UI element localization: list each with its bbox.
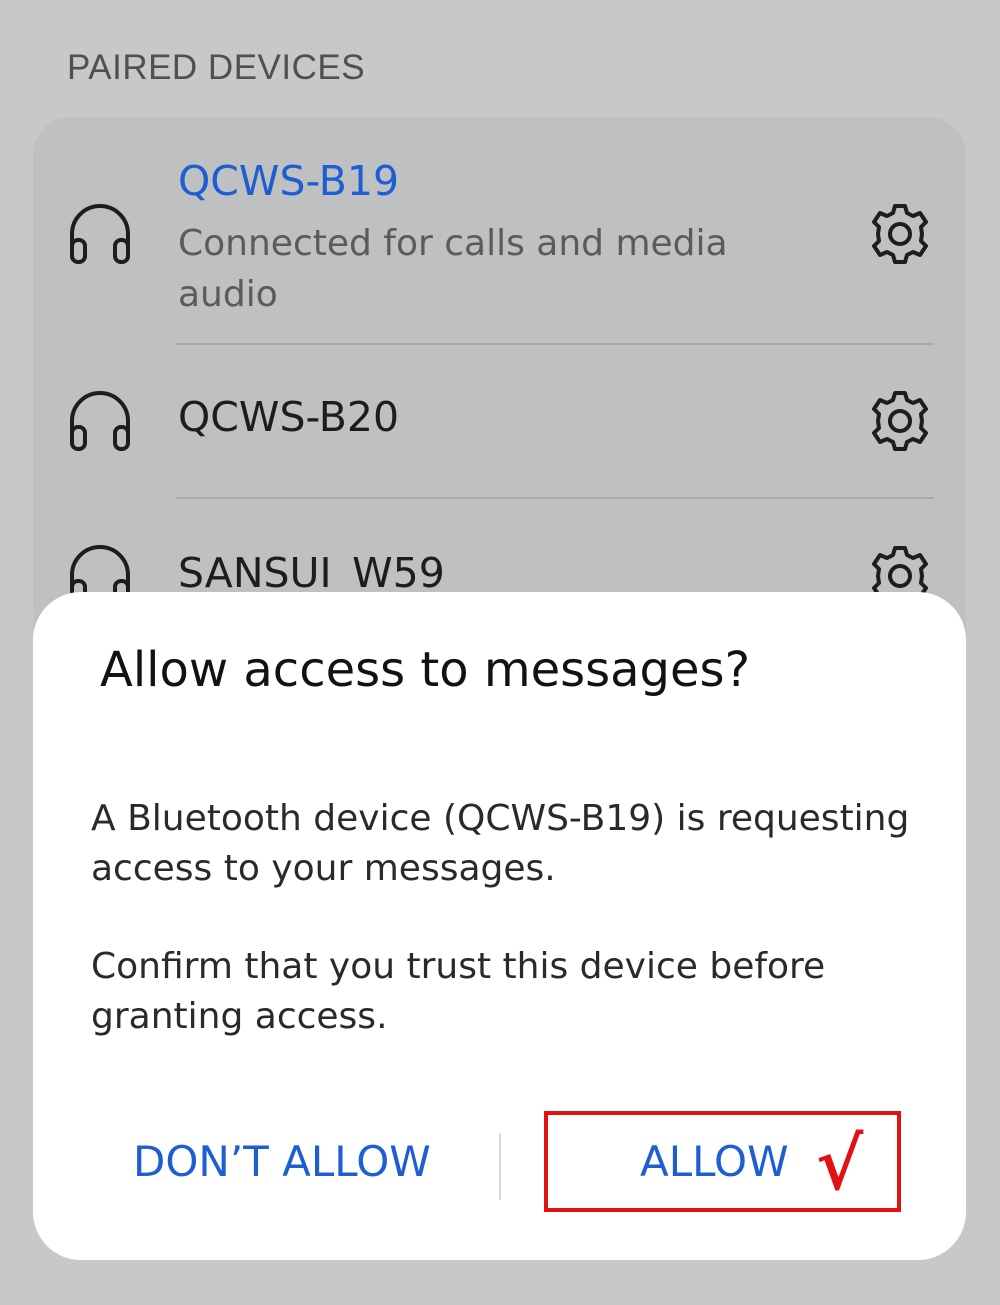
headphones-icon — [70, 204, 130, 264]
dont-allow-button[interactable]: DON’T ALLOW — [133, 1137, 431, 1186]
device-status-line2: audio — [178, 274, 278, 315]
headphones-icon — [70, 391, 130, 451]
device-name: QCWS-B20 — [178, 393, 400, 441]
device-name: SANSUI_W59 — [178, 549, 445, 597]
gear-icon[interactable] — [868, 202, 932, 266]
dialog-confirm-line1: Confirm that you trust this device befor… — [91, 946, 826, 987]
device-row-qcws-b19[interactable]: QCWS-B19 Connected for calls and media a… — [33, 117, 966, 345]
dialog-message-line1: A Bluetooth device (QCWS-B19) is request… — [91, 798, 910, 839]
dialog-message-line2: access to your messages. — [91, 848, 556, 889]
device-status-line1: Connected for calls and media — [178, 223, 728, 264]
section-header-paired-devices: PAIRED DEVICES — [67, 48, 366, 87]
annotation-check-mark: √ — [816, 1121, 864, 1206]
permission-dialog: Allow access to messages? A Bluetooth de… — [33, 592, 966, 1260]
device-name: QCWS-B19 — [178, 157, 400, 205]
gear-icon[interactable] — [868, 389, 932, 453]
button-divider — [499, 1133, 501, 1200]
dialog-title: Allow access to messages? — [100, 642, 751, 698]
device-row-qcws-b20[interactable]: QCWS-B20 — [33, 345, 966, 497]
dialog-confirm-line2: granting access. — [91, 996, 388, 1037]
